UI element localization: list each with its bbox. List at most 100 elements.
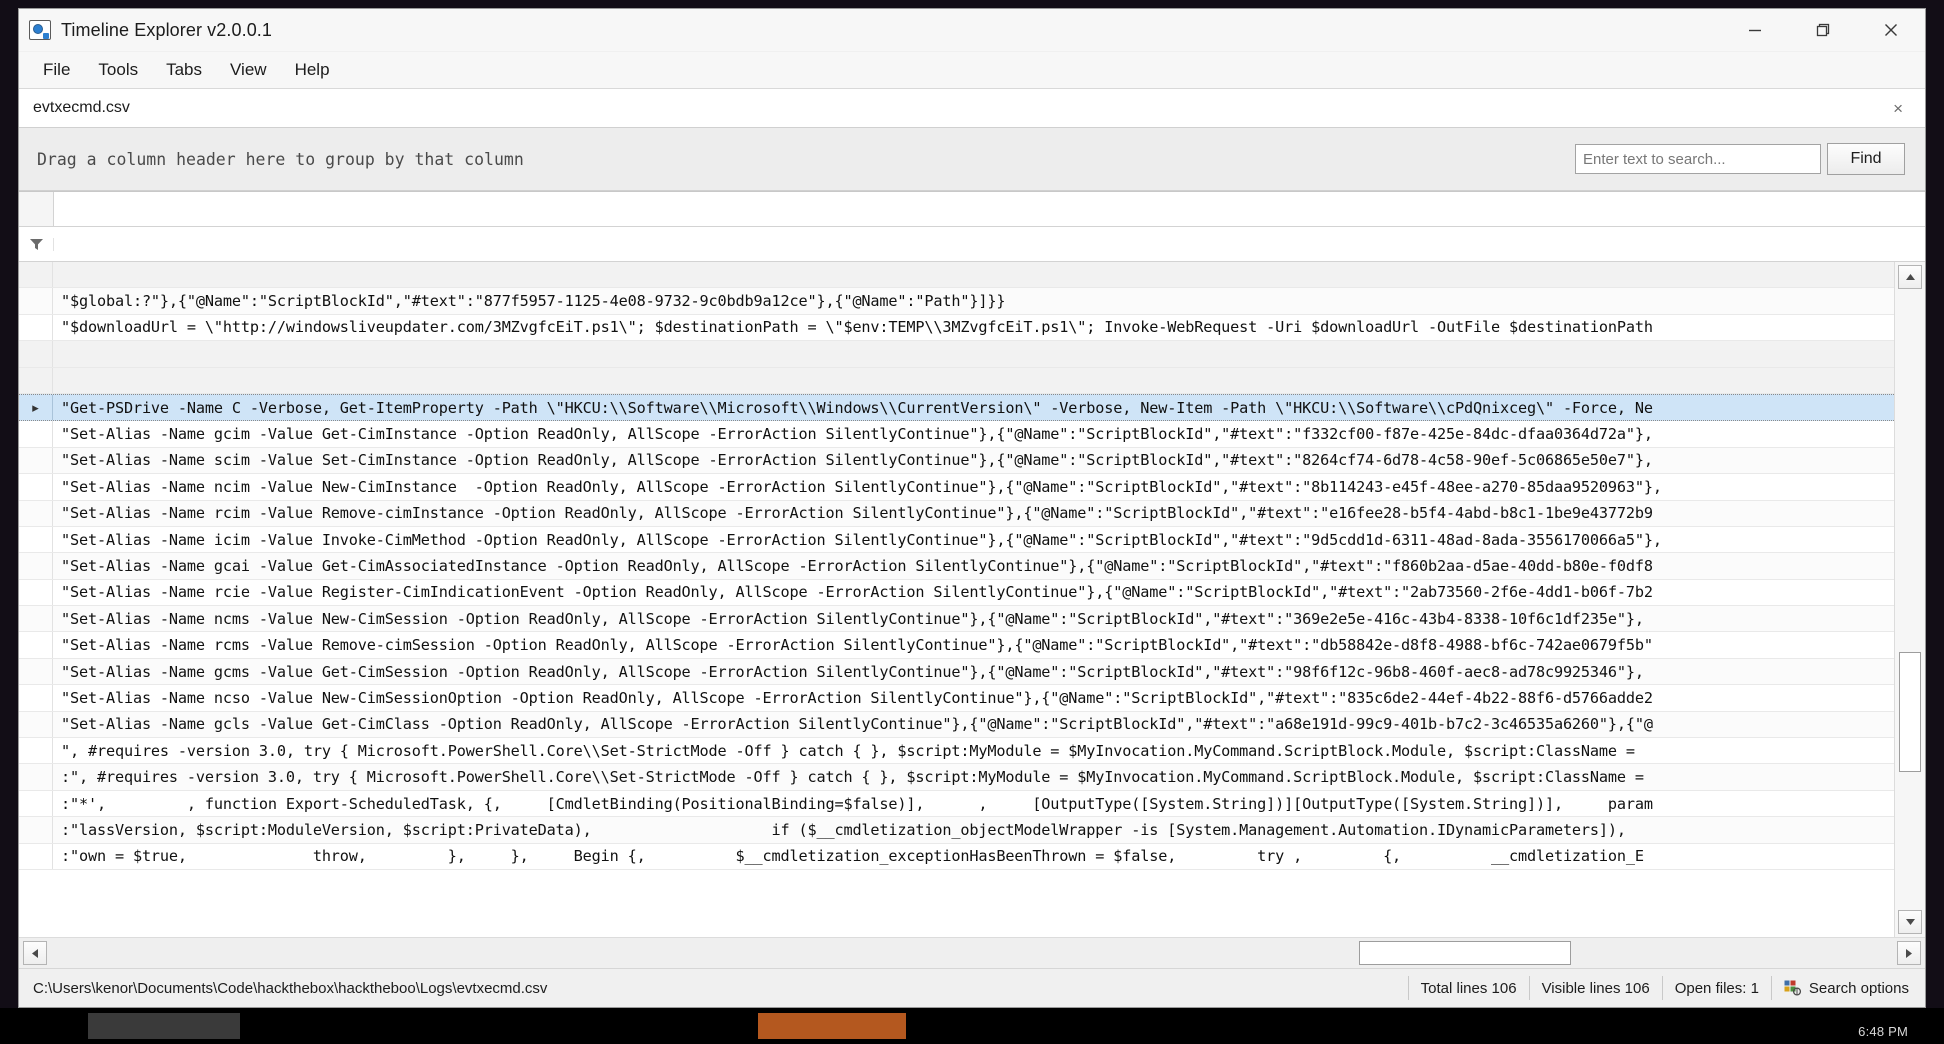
table-cell-text: "Set-Alias -Name icim -Value Invoke-CimM… [61,530,1662,549]
search-options-button[interactable]: Search options [1770,976,1925,1000]
table-cell-text: :"*', , function Export-ScheduledTask, {… [61,794,1653,813]
table-cell-text: "Set-Alias -Name rcie -Value Register-Ci… [61,583,1653,602]
tab-close-icon[interactable]: × [1887,97,1909,120]
grid-rows-container: "$global:?"},{"@Name":"ScriptBlockId","#… [19,262,1894,937]
horizontal-scroll-thumb[interactable] [1359,941,1571,965]
table-cell-text: "$downloadUrl = \"http://windowsliveupda… [61,318,1653,337]
menu-item-help[interactable]: Help [281,56,344,84]
table-row[interactable]: "Set-Alias -Name icim -Value Invoke-CimM… [19,526,1894,554]
desktop-background: Timeline Explorer v2.0.0.1 File Tools Ta… [0,0,1944,1044]
table-cell-text: "Set-Alias -Name ncim -Value New-CimInst… [61,477,1662,496]
table-row[interactable]: :"lassVersion, $script:ModuleVersion, $s… [19,817,1894,844]
table-row[interactable]: "Set-Alias -Name gcai -Value Get-CimAsso… [19,553,1894,580]
table-row[interactable]: "Set-Alias -Name scim -Value Set-CimInst… [19,447,1894,475]
table-row[interactable]: "Set-Alias -Name rcms -Value Remove-cimS… [19,632,1894,659]
table-cell-text: "Set-Alias -Name gcms -Value Get-CimSess… [61,662,1644,681]
scroll-left-icon[interactable] [23,941,47,965]
taskbar-clock: 6:48 PM [1858,1024,1908,1039]
row-indicator-cell [19,658,53,685]
menu-item-tools[interactable]: Tools [84,56,152,84]
row-indicator-cell [19,738,53,764]
row-indicator-cell [19,632,53,658]
scroll-down-icon[interactable] [1898,910,1922,934]
row-indicator-cell [19,341,53,367]
table-row[interactable]: ", #requires -version 3.0, try { Microso… [19,738,1894,765]
tab-evtxecmd-csv[interactable]: evtxecmd.csv [19,89,144,127]
row-indicator-cell [19,474,53,500]
status-open-files: Open files: 1 [1661,976,1771,1000]
table-row[interactable]: :"*', , function Export-ScheduledTask, {… [19,790,1894,818]
restore-icon[interactable] [1789,9,1857,51]
table-cell-text: "Set-Alias -Name gcls -Value Get-CimClas… [61,715,1653,734]
taskbar-item-grey[interactable] [88,1013,240,1039]
table-row[interactable]: "Set-Alias -Name gcms -Value Get-CimSess… [19,658,1894,686]
menu-item-tabs[interactable]: Tabs [152,56,216,84]
row-indicator-cell [19,579,53,606]
table-cell-text: :", #requires -version 3.0, try { Micros… [61,768,1653,787]
table-row[interactable]: ▸ "Get-PSDrive -Name C -Verbose, Get-Item… [19,393,1894,422]
status-total-lines: Total lines 106 [1407,976,1529,1000]
grid-filter-row[interactable] [19,227,1925,262]
horizontal-scrollbar[interactable] [19,937,1925,968]
taskbar-item-active[interactable] [758,1013,906,1039]
table-row[interactable]: "Set-Alias -Name rcie -Value Register-Ci… [19,579,1894,607]
table-row[interactable] [19,367,1894,394]
row-indicator-cell [19,288,53,314]
tab-strip: evtxecmd.csv × [19,89,1925,128]
status-bar-right: Total lines 106 Visible lines 106 Open f… [1407,969,1925,1007]
menu-item-view[interactable]: View [216,56,281,84]
search-options-label: Search options [1808,979,1909,997]
vertical-scroll-thumb[interactable] [1899,652,1921,772]
menu-item-file[interactable]: File [29,56,84,84]
table-row[interactable]: :", #requires -version 3.0, try { Micros… [19,764,1894,791]
close-icon[interactable] [1857,9,1925,51]
table-row[interactable]: :"own = $true, throw, }, }, Begin {, $__… [19,843,1894,870]
search-input[interactable] [1575,144,1821,174]
row-indicator-arrow-icon: ▸ [19,394,53,421]
table-row[interactable]: "Set-Alias -Name ncms -Value New-CimSess… [19,606,1894,633]
table-row[interactable] [19,341,1894,368]
find-button[interactable]: Find [1827,143,1905,175]
minimize-icon[interactable] [1721,9,1789,51]
scroll-up-icon[interactable] [1898,265,1922,289]
row-indicator-cell [19,764,53,790]
table-cell-text: "Get-PSDrive -Name C -Verbose, Get-ItemP… [61,398,1653,417]
grid-column-header-row[interactable] [19,192,1925,227]
table-cell-text: "Set-Alias -Name rcim -Value Remove-cimI… [61,504,1653,523]
table-row[interactable] [19,262,1894,289]
vertical-scrollbar[interactable] [1894,262,1925,937]
window-title: Timeline Explorer v2.0.0.1 [61,19,273,40]
table-cell-text: "Set-Alias -Name scim -Value Set-CimInst… [61,451,1653,470]
table-cell-text: "Set-Alias -Name ncms -Value New-CimSess… [61,609,1644,628]
row-indicator-cell [19,314,53,341]
table-row[interactable]: "Set-Alias -Name gcls -Value Get-CimClas… [19,711,1894,739]
scroll-right-icon[interactable] [1897,941,1921,965]
table-row[interactable]: "$downloadUrl = \"http://windowsliveupda… [19,314,1894,342]
row-indicator-cell [19,843,53,869]
grid-column-header-cell[interactable] [54,192,1925,226]
search-options-icon [1784,980,1802,996]
table-cell-text: :"own = $true, throw, }, }, Begin {, $__… [61,847,1644,866]
group-by-panel[interactable]: Drag a column header here to group by th… [19,128,1925,191]
funnel-icon[interactable] [19,237,54,251]
row-indicator-cell [19,790,53,817]
row-indicator-cell [19,262,53,288]
table-row[interactable]: "Set-Alias -Name rcim -Value Remove-cimI… [19,500,1894,527]
table-cell-text: "Set-Alias -Name rcms -Value Remove-cimS… [61,636,1653,655]
table-row[interactable]: "Set-Alias -Name ncim -Value New-CimInst… [19,474,1894,501]
table-cell-text: "$global:?"},{"@Name":"ScriptBlockId","#… [61,292,1006,311]
grid-indicator-column-header [19,192,54,226]
grid-rows-viewport: "$global:?"},{"@Name":"ScriptBlockId","#… [19,262,1925,937]
row-indicator-cell [19,606,53,632]
row-indicator-cell [19,367,53,393]
taskbar[interactable]: 6:48 PM [0,1008,1944,1044]
table-row[interactable]: "$global:?"},{"@Name":"ScriptBlockId","#… [19,288,1894,315]
table-row[interactable]: "Set-Alias -Name ncso -Value New-CimSess… [19,685,1894,712]
row-indicator-cell [19,817,53,843]
row-indicator-cell [19,553,53,579]
table-cell-text: :"lassVersion, $script:ModuleVersion, $s… [61,820,1626,839]
group-by-hint-label: Drag a column header here to group by th… [37,149,524,169]
table-row[interactable]: "Set-Alias -Name gcim -Value Get-CimInst… [19,421,1894,448]
timeline-explorer-window: Timeline Explorer v2.0.0.1 File Tools Ta… [18,8,1926,1008]
window-controls [1721,9,1925,51]
